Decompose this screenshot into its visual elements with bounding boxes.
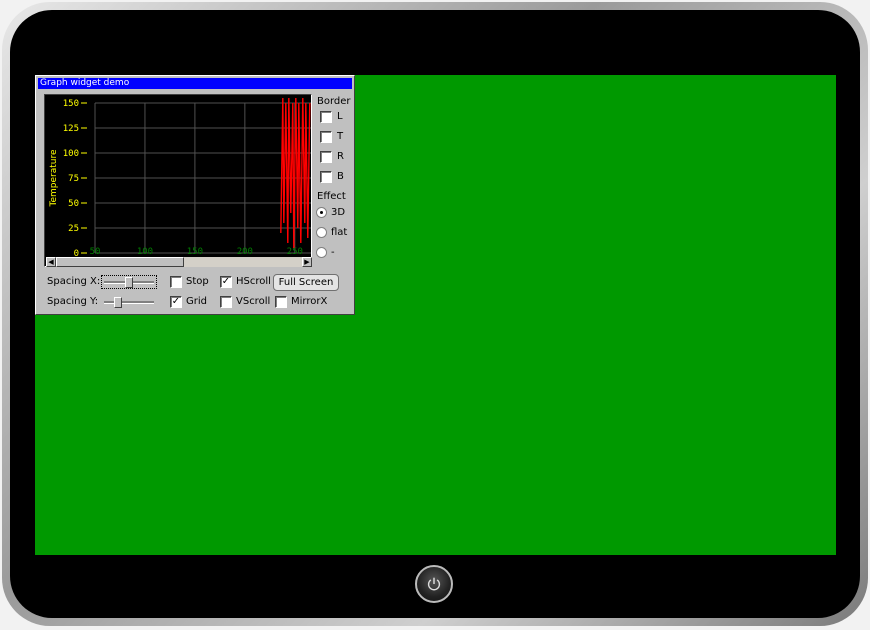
spacing-y-thumb[interactable] (113, 297, 122, 308)
x-tick-label: 150 (187, 247, 203, 256)
graph-canvas: 1501251007550250 50 100 150 200 250Temperatur… (49, 97, 311, 256)
y-tick-label: 25 (68, 224, 79, 234)
spacing-x-thumb[interactable] (125, 277, 133, 288)
border-b-checkbox[interactable] (320, 171, 332, 183)
border-l-checkbox[interactable] (320, 111, 332, 123)
scrollbar-thumb[interactable] (56, 257, 184, 267)
mirrorx-label: MirrorX (291, 296, 328, 307)
effect-flat-label: flat (331, 227, 348, 238)
scroll-left-arrow-icon[interactable]: ◀ (46, 257, 56, 267)
graph-widget-window: Graph widget demo 150 125 100 75 50 25 0 50 100 1… (35, 75, 355, 315)
y-tick-label: 150 (63, 99, 79, 109)
border-t-checkbox[interactable] (320, 131, 332, 143)
border-l-label: L (337, 111, 343, 122)
grid-checkbox[interactable]: ✓ (170, 296, 182, 308)
vscroll-checkbox[interactable] (220, 296, 232, 308)
border-t-label: T (337, 131, 344, 142)
y-tick-label: 75 (68, 174, 79, 184)
x-tick-label: 250 (287, 247, 303, 256)
effect-3d-radio[interactable] (316, 207, 327, 218)
full-screen-button[interactable]: Full Screen (273, 274, 339, 291)
grid-label: Grid (186, 296, 207, 307)
hscroll-checkbox[interactable]: ✓ (220, 276, 232, 288)
power-button[interactable] (415, 565, 453, 603)
spacing-x-slider[interactable] (101, 275, 157, 289)
mirrorx-checkbox[interactable] (275, 296, 287, 308)
stop-label: Stop (186, 276, 209, 287)
spacing-y-slider[interactable] (102, 296, 156, 308)
border-b-label: B (337, 171, 344, 182)
vscroll-label: VScroll (236, 296, 271, 307)
x-tick-label: 200 (237, 247, 253, 256)
stop-checkbox[interactable] (170, 276, 182, 288)
hscroll-label: HScroll (236, 276, 271, 287)
graph-area[interactable]: 150 125 100 75 50 25 0 50 100 150 200 250 Temperatur… (44, 94, 312, 267)
y-tick-label: 125 (63, 124, 79, 134)
effect-none-radio[interactable] (316, 247, 327, 258)
y-tick-label: 50 (68, 199, 79, 209)
x-tick-label: 50 (90, 247, 101, 256)
y-tick-label: 0 (74, 249, 79, 256)
x-tick-label: 100 (137, 247, 153, 256)
border-r-label: R (337, 151, 344, 162)
spacing-y-label: Spacing Y: (47, 296, 99, 307)
window-title[interactable]: Graph widget demo (38, 78, 352, 89)
y-tick-label: 100 (63, 149, 79, 159)
effect-3d-label: 3D (331, 207, 346, 218)
border-group-label: Border (317, 96, 351, 107)
effect-none-label: - (331, 247, 335, 258)
scroll-right-arrow-icon[interactable]: ▶ (302, 257, 312, 267)
effect-flat-radio[interactable] (316, 227, 327, 238)
spacing-x-label: Spacing X: (47, 276, 101, 287)
border-r-checkbox[interactable] (320, 151, 332, 163)
graph-horizontal-scrollbar[interactable]: ◀ ▶ (46, 257, 312, 267)
y-axis-label: Temperature (49, 149, 59, 207)
power-icon (427, 577, 441, 591)
effect-group-label: Effect (317, 191, 346, 202)
